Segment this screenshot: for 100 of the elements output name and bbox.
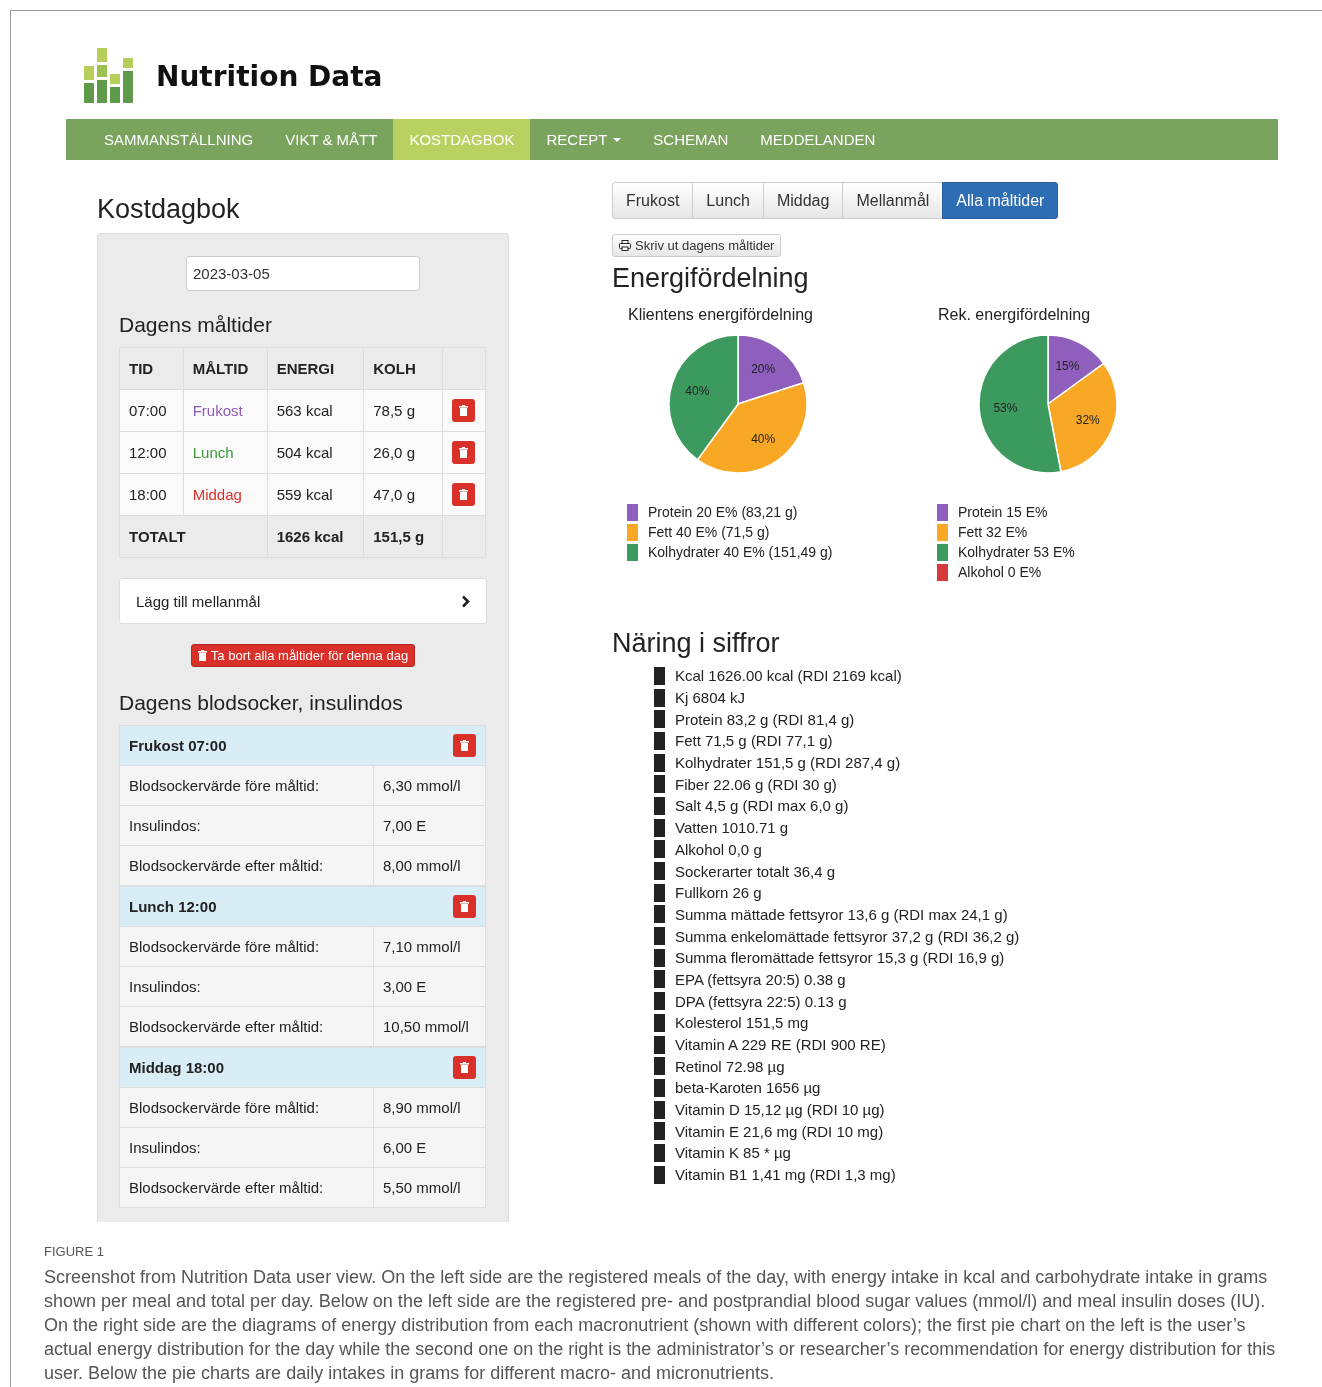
table-cell: Blodsockervärde efter måltid: — [120, 1168, 374, 1207]
section-title: Näring i siffror — [612, 628, 781, 659]
bullet-icon — [654, 1165, 665, 1184]
legend-label: Alkohol 0 E% — [958, 564, 1042, 580]
table-cell: 563 kcal — [267, 389, 364, 432]
table-cell: 504 kcal — [267, 431, 364, 474]
nutrient-value: Protein 83,2 g (RDI 81,4 g) — [675, 710, 855, 728]
nav-item[interactable]: VIKT & MÅTT — [269, 119, 394, 160]
nav-item[interactable]: MEDDELANDEN — [744, 119, 892, 160]
table-cell: Blodsockervärde efter måltid: — [120, 846, 374, 885]
legend-label: Fett 40 E% (71,5 g) — [648, 524, 770, 540]
legend-label: Protein 15 E% — [958, 504, 1048, 520]
bullet-icon — [654, 883, 665, 902]
meal-tab[interactable]: Mellanmål — [842, 182, 944, 219]
trash-icon — [460, 901, 469, 912]
meal-tab[interactable]: Lunch — [692, 182, 764, 219]
nutrient-value: Kolesterol 151,5 mg — [675, 1014, 809, 1032]
nav-item[interactable]: RECEPT — [530, 119, 638, 160]
table-cell-text: 6,30 mmol/l — [382, 776, 461, 796]
table-cell: Blodsockervärde före måltid: — [120, 927, 374, 966]
bullet-icon — [654, 818, 665, 837]
bullet-icon — [654, 1057, 665, 1076]
bullet-icon — [654, 840, 665, 859]
nutrient-value: Fett 71,5 g (RDI 77,1 g) — [675, 732, 833, 750]
nutrient-value: Vitamin D 15,12 µg (RDI 10 µg) — [675, 1101, 885, 1119]
nutrient-value: beta-Karoten 1656 µg — [675, 1079, 821, 1097]
figure-caption: Screenshot from Nutrition Data user view. On the left side are the registered meals of the day, with energy intake in kcal and carbohydrate intake in grams shown per meal and total per day. Below on the left side are the registered pre- and postprandial blood sugar values (mmol/l) and meal insulin doses (IU). On the right side are the diagrams of energy distribution from each macronutrient (shown with different colors); the first pie chart on the left is the user’s actual energy distribution for the day while the second one on the right is the administrator’s or researcher’s recommendation for energy distribution for this user. Below the pie charts are daily intakes in grams for different macro- and micronutrients. — [44, 1266, 1277, 1385]
date-field[interactable]: 2023-03-05 — [186, 256, 420, 291]
bullet-icon — [654, 1078, 665, 1097]
delete-button[interactable] — [452, 399, 475, 422]
delete-button[interactable] — [453, 895, 476, 918]
bullet-icon — [654, 796, 665, 815]
trash-icon — [460, 1062, 469, 1073]
table-cell: 47,0 g — [363, 473, 443, 516]
nutrient-value: EPA (fettsyra 20:5) 0.38 g — [675, 970, 846, 988]
nutrient-value: Salt 4,5 g (RDI max 6,0 g) — [675, 797, 849, 815]
bullet-icon — [654, 927, 665, 946]
legend-label: Kolhydrater 40 E% (151,49 g) — [648, 544, 833, 560]
delete-button[interactable] — [452, 483, 475, 506]
nutrient-value: DPA (fettsyra 22:5) 0.13 g — [675, 992, 847, 1010]
nutrient-value: Kj 6804 kJ — [675, 689, 746, 707]
meal-link[interactable]: Frukost — [192, 402, 243, 419]
column-header: ENERGI — [267, 347, 364, 390]
meal-link[interactable]: Lunch — [192, 444, 234, 461]
meal-tab[interactable]: Frukost — [612, 182, 694, 219]
nutrient-value: Vitamin K 85 * µg — [675, 1144, 791, 1162]
delete-button[interactable] — [453, 1056, 476, 1079]
nutrient-value: Alkohol 0,0 g — [675, 840, 762, 858]
slice-label: 15% — [1055, 358, 1080, 373]
bullet-icon — [654, 992, 665, 1011]
bullet-icon — [654, 862, 665, 881]
chart-title: Klientens energifördelning — [627, 306, 814, 324]
bullet-icon — [654, 970, 665, 989]
meal-tab[interactable]: Middag — [762, 182, 844, 219]
trash-icon — [459, 405, 468, 416]
delete-button[interactable] — [452, 441, 475, 464]
delete-all-button[interactable]: Ta bort alla måltider för denna dag — [190, 644, 416, 667]
nav-item[interactable]: SCHEMAN — [637, 119, 745, 160]
table-cell-text: 6,00 E — [382, 1138, 427, 1158]
section-title: Dagens blodsocker, insulindos — [119, 691, 404, 715]
bullet-icon — [654, 753, 665, 772]
table-cell-text: 10,50 mmol/l — [382, 1017, 469, 1037]
logo-icon — [82, 48, 136, 104]
brand-name: Nutrition Data — [156, 59, 383, 93]
bullet-icon — [654, 1013, 665, 1032]
nutrient-value: Fullkorn 26 g — [675, 884, 762, 902]
nutrient-value: Summa mättade fettsyror 13,6 g (RDI max 24,1 g) — [675, 905, 1008, 923]
trash-icon — [460, 740, 469, 751]
nutrient-value: Summa fleromättade fettsyror 15,3 g (RDI 16,9 g) — [675, 949, 1005, 967]
nutrient-value: Vatten 1010.71 g — [675, 819, 789, 837]
meal-link[interactable]: Middag — [192, 486, 242, 503]
printer-icon — [619, 240, 631, 251]
slice-label: 20% — [751, 362, 776, 377]
nutrient-value: Retinol 72.98 µg — [675, 1057, 785, 1075]
trash-icon — [459, 447, 468, 458]
page-title: Kostdagbok — [97, 194, 241, 225]
chart-title: Rek. energifördelning — [937, 306, 1092, 324]
print-button[interactable]: Skriv ut dagens måltider — [612, 234, 782, 257]
nutrient-value: Vitamin A 229 RE (RDI 900 RE) — [675, 1036, 886, 1054]
nav-item[interactable]: SAMMANSTÄLLNING — [88, 119, 270, 160]
meal-heading: Frukost 07:00 — [129, 737, 227, 754]
column-header: KOLH — [363, 347, 443, 390]
column-header: TID — [119, 347, 184, 390]
nutrient-value: Sockerarter totalt 36,4 g — [675, 862, 836, 880]
bullet-icon — [654, 666, 665, 685]
table-cell: Blodsockervärde före måltid: — [120, 1088, 374, 1127]
delete-button[interactable] — [453, 734, 476, 757]
slice-label: 53% — [993, 401, 1018, 416]
legend-label: Kolhydrater 53 E% — [958, 544, 1075, 560]
slice-label: 40% — [685, 383, 710, 398]
nutrient-value: Kolhydrater 151,5 g (RDI 287,4 g) — [675, 754, 901, 772]
add-snack-button[interactable]: Lägg till mellanmål — [119, 578, 487, 624]
meal-tab[interactable]: Alla måltider — [942, 182, 1059, 219]
bullet-icon — [654, 948, 665, 967]
bullet-icon — [654, 1122, 665, 1141]
bullet-icon — [654, 1143, 665, 1162]
nutrient-value: Vitamin B1 1,41 mg (RDI 1,3 mg) — [675, 1166, 896, 1184]
table-cell: TOTALT — [119, 515, 268, 558]
figure-label: FIGURE 1 — [44, 1244, 105, 1259]
bullet-icon — [654, 731, 665, 750]
